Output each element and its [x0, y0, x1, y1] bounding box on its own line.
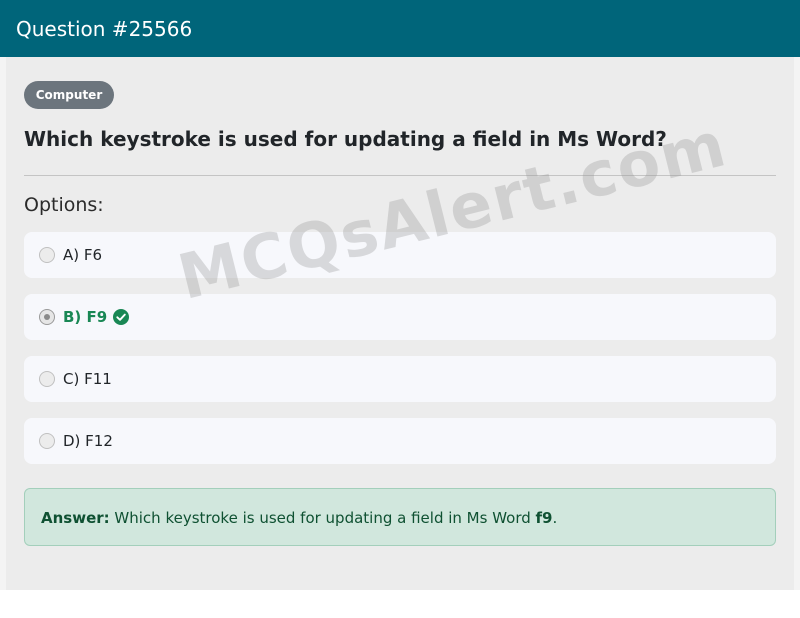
option-b[interactable]: B) F9	[24, 294, 776, 340]
option-d[interactable]: D) F12	[24, 418, 776, 464]
radio-button[interactable]	[39, 371, 55, 387]
question-text: Which keystroke is used for updating a f…	[24, 127, 667, 151]
option-label: A) F6	[63, 246, 103, 264]
option-label: D) F12	[63, 432, 113, 450]
options-heading: Options:	[24, 194, 104, 216]
option-label: B) F9	[63, 308, 108, 326]
answer-suffix: .	[552, 509, 558, 527]
answer-value: f9	[535, 509, 553, 527]
answer-text: Answer: Which keystroke is used for upda…	[41, 508, 557, 528]
radio-button-selected[interactable]	[39, 309, 55, 325]
radio-button[interactable]	[39, 247, 55, 263]
question-card: Question #25566 Computer Which keystroke…	[0, 0, 800, 590]
option-a[interactable]: A) F6	[24, 232, 776, 278]
check-circle-icon	[113, 309, 129, 325]
option-c[interactable]: C) F11	[24, 356, 776, 402]
card-header: Question #25566	[0, 0, 800, 57]
divider	[24, 175, 776, 176]
radio-button[interactable]	[39, 433, 55, 449]
answer-alert: Answer: Which keystroke is used for upda…	[24, 488, 776, 546]
answer-body: Which keystroke is used for updating a f…	[109, 509, 536, 527]
option-label: C) F11	[63, 370, 112, 388]
card-border-right	[794, 57, 800, 590]
question-title: Question #25566	[16, 17, 193, 41]
card-border-left	[0, 57, 6, 590]
category-badge[interactable]: Computer	[24, 81, 114, 109]
answer-label: Answer:	[41, 509, 110, 527]
